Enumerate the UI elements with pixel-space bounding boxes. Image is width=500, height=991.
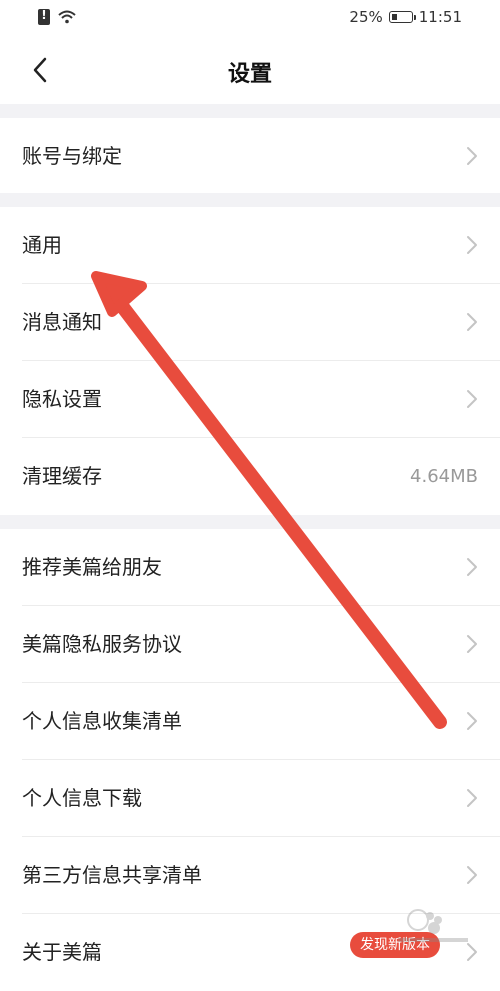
settings-row-recommend[interactable]: 推荐美篇给朋友 [0,529,500,606]
row-label: 关于美篇 [22,940,102,964]
settings-row-info-download[interactable]: 个人信息下载 [0,760,500,837]
settings-row-privacy[interactable]: 隐私设置 [0,361,500,438]
settings-row-notifications[interactable]: 消息通知 [0,284,500,361]
section-gap [0,515,500,529]
chevron-right-icon [467,789,477,807]
section-gap [0,104,500,118]
sim-alert-icon [38,8,50,25]
clock: 11:51 [418,8,462,26]
battery-icon [388,11,416,23]
chevron-right-icon [467,558,477,576]
settings-row-clear-cache[interactable]: 清理缓存 4.64MB [0,438,500,515]
settings-row-privacy-agreement[interactable]: 美篇隐私服务协议 [0,606,500,683]
status-bar: 25% 11:51 [0,0,500,36]
status-left [38,8,76,25]
row-label: 美篇隐私服务协议 [22,632,182,656]
row-label: 通用 [22,233,62,257]
row-label: 第三方信息共享清单 [22,863,202,887]
row-label: 隐私设置 [22,387,102,411]
chevron-right-icon [467,712,477,730]
row-label: 消息通知 [22,310,102,334]
chevron-right-icon [467,635,477,653]
row-label: 清理缓存 [22,464,102,488]
settings-row-general[interactable]: 通用 [0,207,500,284]
row-label: 推荐美篇给朋友 [22,555,162,579]
page-title: 设置 [227,62,272,87]
row-label: 个人信息下载 [22,786,142,810]
chevron-right-icon [467,866,477,884]
settings-row-account-binding[interactable]: 账号与绑定 [0,118,500,195]
chevron-right-icon [467,147,477,165]
row-label: 个人信息收集清单 [22,709,182,733]
watermark-logo [398,909,468,942]
chevron-right-icon [467,390,477,408]
settings-row-info-collection[interactable]: 个人信息收集清单 [0,683,500,760]
chevron-right-icon [467,236,477,254]
cache-size-value: 4.64MB [410,466,478,487]
wifi-icon [58,10,76,24]
settings-row-third-party[interactable]: 第三方信息共享清单 [0,837,500,914]
section-gap [0,193,500,207]
status-right: 25% 11:51 [349,8,462,26]
battery-percent: 25% [349,8,383,26]
chevron-right-icon [467,313,477,331]
row-label: 账号与绑定 [22,144,122,168]
nav-bar: 设置 [0,36,500,106]
